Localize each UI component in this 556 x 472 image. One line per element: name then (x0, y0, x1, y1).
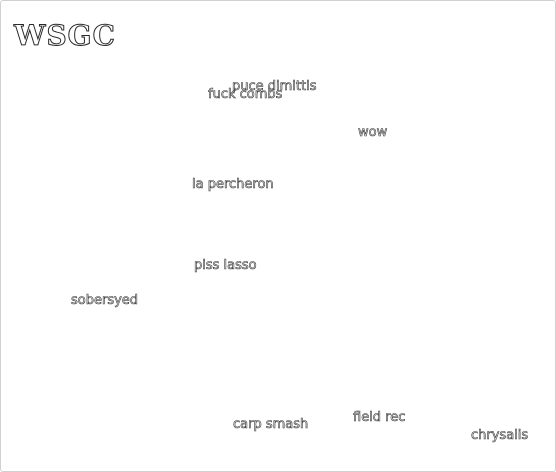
word-link-piss-lasso[interactable]: piss lasso (194, 259, 257, 273)
word-link-field-rec[interactable]: field rec (353, 411, 406, 425)
page-frame (0, 0, 556, 472)
word-link-fuck-combs[interactable]: fuck combs (208, 88, 283, 102)
word-link-la-percheron[interactable]: la percheron (192, 178, 274, 192)
word-link-wow[interactable]: wow (358, 126, 388, 140)
word-link-chrysalis[interactable]: chrysalis (471, 429, 529, 443)
word-link-carp-smash[interactable]: carp smash (233, 418, 309, 432)
word-link-sobersyed[interactable]: sobersyed (71, 294, 139, 308)
site-logo[interactable]: WSGC (14, 21, 116, 50)
